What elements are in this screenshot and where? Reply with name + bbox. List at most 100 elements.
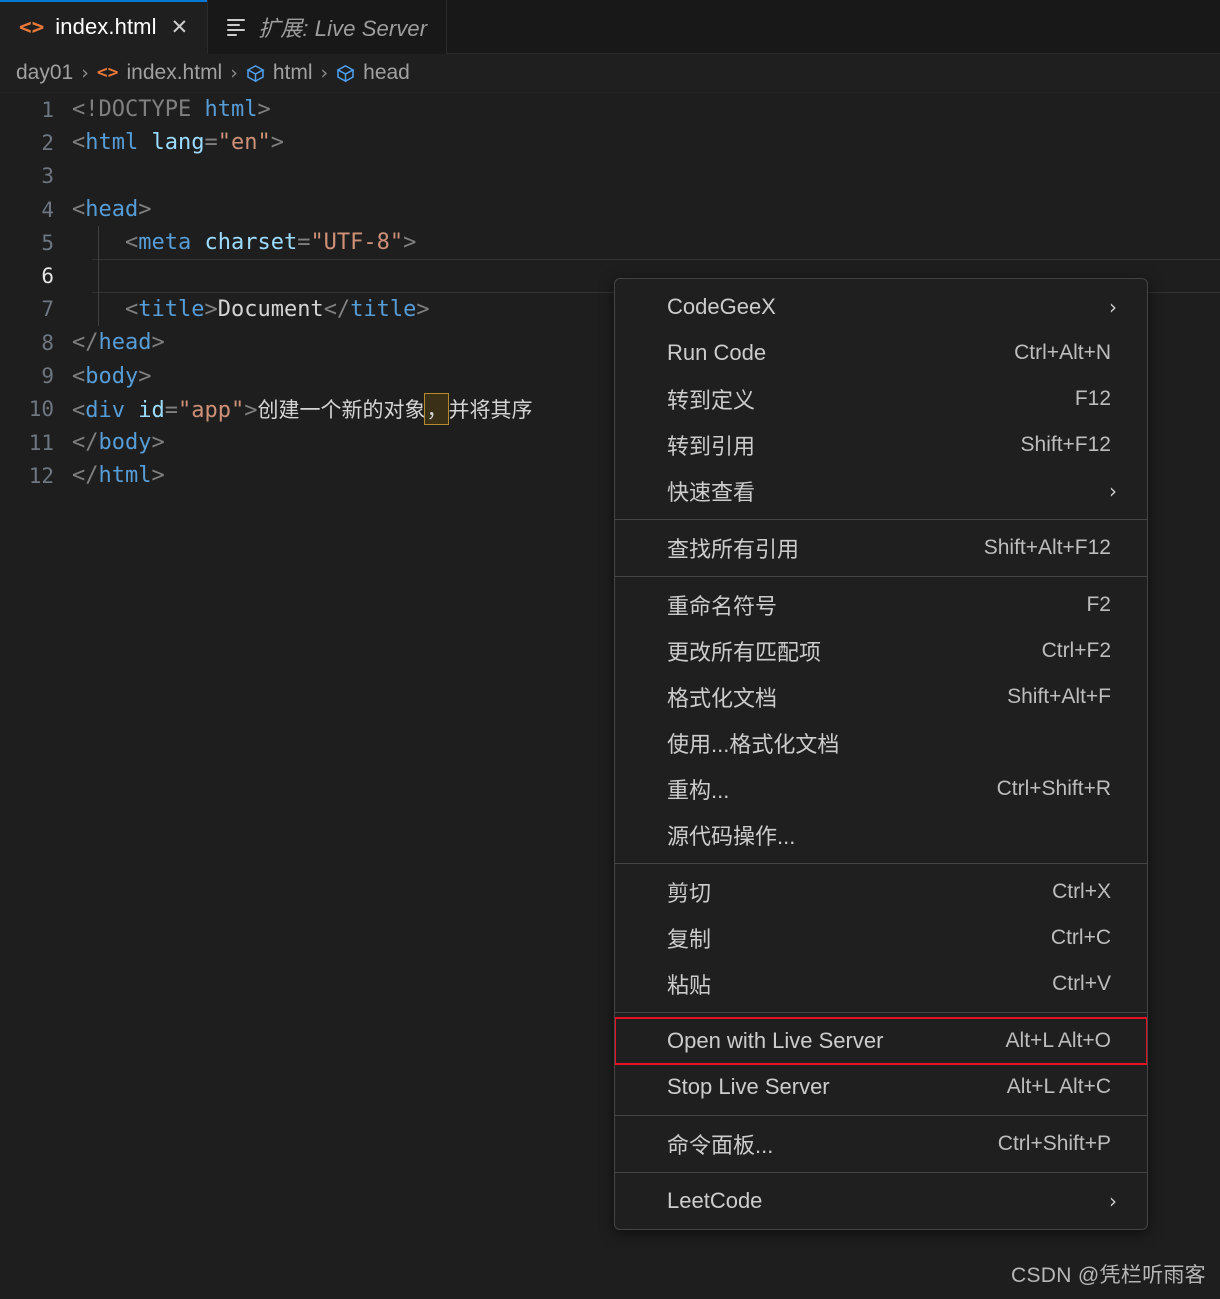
menu-item-[interactable]: 查找所有引用 Shift+Alt+F12 <box>615 525 1147 571</box>
close-icon[interactable]: ✕ <box>171 16 189 38</box>
html-file-icon: <> <box>96 62 119 83</box>
breadcrumb-item-head[interactable]: head <box>330 61 416 85</box>
menu-item-[interactable]: 格式化文档 Shift+Alt+F <box>615 674 1147 720</box>
code-token: = <box>204 130 218 156</box>
menu-item-shortcut: Ctrl+X <box>1052 880 1111 903</box>
menu-item-label: 复制 <box>667 927 712 952</box>
menu-item-[interactable]: 命令面板... Ctrl+Shift+P <box>615 1121 1147 1167</box>
menu-item-[interactable]: 剪切 Ctrl+X <box>615 869 1147 915</box>
menu-item-shortcut: F12 <box>1074 387 1111 410</box>
menu-item-[interactable]: 使用...格式化文档 <box>615 720 1147 766</box>
code-text: </head> <box>72 330 165 355</box>
code-token: > <box>151 430 165 456</box>
menu-item-openwithliveserver[interactable]: Open with Live Server Alt+L Alt+O <box>615 1017 1147 1065</box>
menu-item-[interactable]: 转到引用 Shift+F12 <box>615 422 1147 468</box>
menu-separator <box>615 1115 1147 1116</box>
code-token: = <box>297 230 311 256</box>
code-token: Document <box>217 296 324 322</box>
code-text: <title>Document</title> <box>72 297 430 322</box>
code-token: head <box>85 197 139 223</box>
vscode-window: <> index.html ✕ 扩展: Live Server day01 › <> ind… <box>0 0 1220 1299</box>
menu-item-[interactable]: 粘贴 Ctrl+V <box>615 961 1147 1007</box>
breadcrumb-item-day01[interactable]: day01 <box>10 61 79 85</box>
breadcrumb-item-indexhtml[interactable]: <> index.html <box>91 61 228 85</box>
menu-item-label: LeetCode <box>667 1188 763 1213</box>
code-token: </ <box>72 430 99 456</box>
breadcrumb-separator: › <box>81 62 89 84</box>
menu-item-shortcut: Shift+F12 <box>1020 433 1111 456</box>
breadcrumb-label: day01 <box>16 61 74 84</box>
code-line-5[interactable]: 5 <meta charset="UTF-8"> <box>0 226 1220 259</box>
editor-tab-2[interactable]: 扩展: Live Server <box>208 0 448 54</box>
breadcrumb-separator: › <box>320 62 329 84</box>
watermark: CSDN @凭栏听雨客 <box>1011 1264 1206 1287</box>
menu-item-label: CodeGeeX <box>667 294 776 319</box>
menu-item-[interactable]: 重构... Ctrl+Shift+R <box>615 766 1147 812</box>
code-token: > <box>151 463 165 489</box>
line-number: 7 <box>41 297 54 322</box>
code-token: charset <box>204 230 298 256</box>
menu-item-label: 命令面板... <box>667 1133 774 1158</box>
extensions-icon <box>227 18 247 36</box>
menu-item-stopliveserver[interactable]: Stop Live Server Alt+L Alt+C <box>615 1064 1147 1110</box>
code-token: body <box>85 363 139 389</box>
code-token: meta <box>138 230 205 256</box>
code-token: title <box>350 296 417 322</box>
editor-context-menu[interactable]: CodeGeeX › Run Code Ctrl+Alt+N 转到定义 F12 转到引用 Sh… <box>614 278 1148 1230</box>
tab-label: index.html <box>55 14 157 39</box>
menu-item-shortcut: Ctrl+F2 <box>1041 639 1111 662</box>
breadcrumb-item-html[interactable]: html <box>240 61 319 85</box>
line-number: 1 <box>41 97 54 122</box>
code-line-3[interactable]: 3 <box>0 160 1220 193</box>
code-token: 创建一个新的对象 <box>257 398 426 423</box>
editor-tab-bar: <> index.html ✕ 扩展: Live Server <box>0 0 1220 54</box>
menu-item-label: 转到定义 <box>667 388 756 413</box>
code-token: head <box>98 330 152 356</box>
menu-item-[interactable]: 转到定义 F12 <box>615 376 1147 422</box>
line-number: 12 <box>28 463 54 488</box>
menu-item-label: 源代码操作... <box>667 824 796 849</box>
menu-item-codegeex[interactable]: CodeGeeX › <box>615 284 1147 330</box>
line-number: 6 <box>41 264 54 289</box>
line-number: 9 <box>41 364 54 389</box>
editor-tab-1[interactable]: <> index.html ✕ <box>0 0 209 54</box>
menu-separator <box>615 863 1147 864</box>
menu-item-[interactable]: 复制 Ctrl+C <box>615 915 1147 961</box>
line-number: 8 <box>41 330 54 355</box>
line-number: 2 <box>41 130 54 155</box>
code-token: "UTF-8" <box>310 230 404 256</box>
menu-item-shortcut: Ctrl+Shift+P <box>997 1132 1111 1155</box>
code-line-4[interactable]: 4 <head> <box>0 193 1220 226</box>
menu-item-label: Stop Live Server <box>667 1074 830 1099</box>
menu-item-[interactable]: 更改所有匹配项 Ctrl+F2 <box>615 628 1147 674</box>
code-text: <body> <box>72 364 151 389</box>
breadcrumb-label: html <box>272 61 313 84</box>
code-token: "app" <box>177 398 245 424</box>
html-file-icon: <> <box>19 14 45 39</box>
code-token: < <box>72 363 86 389</box>
code-token: < <box>72 296 139 322</box>
menu-item-[interactable]: 快速查看 › <box>615 468 1147 514</box>
code-token: 并将其序 <box>448 398 533 423</box>
menu-item-[interactable]: 源代码操作... <box>615 812 1147 858</box>
code-token: > <box>138 197 152 223</box>
menu-item-label: 查找所有引用 <box>667 537 800 562</box>
menu-item-runcode[interactable]: Run Code Ctrl+Alt+N <box>615 330 1147 376</box>
menu-item-shortcut: Shift+Alt+F12 <box>983 536 1111 559</box>
menu-item-leetcode[interactable]: LeetCode › <box>615 1178 1147 1224</box>
code-token: = <box>164 398 178 424</box>
code-token: "en" <box>217 130 271 156</box>
menu-item-[interactable]: 重命名符号 F2 <box>615 582 1147 628</box>
code-token: > <box>138 363 152 389</box>
code-text: <div id="app">创建一个新的对象，并将其序 <box>72 393 533 426</box>
code-token: html <box>98 463 152 489</box>
menu-separator <box>615 576 1147 577</box>
code-line-1[interactable]: 1 <!DOCTYPE html> <box>0 93 1220 126</box>
symbol-cube-icon <box>246 64 265 82</box>
code-token: > <box>151 330 165 356</box>
line-number: 5 <box>41 230 54 255</box>
code-token: > <box>257 97 271 123</box>
code-token: < <box>72 230 139 256</box>
code-line-2[interactable]: 2 <html lang="en"> <box>0 126 1220 159</box>
code-token: </ <box>323 296 351 322</box>
